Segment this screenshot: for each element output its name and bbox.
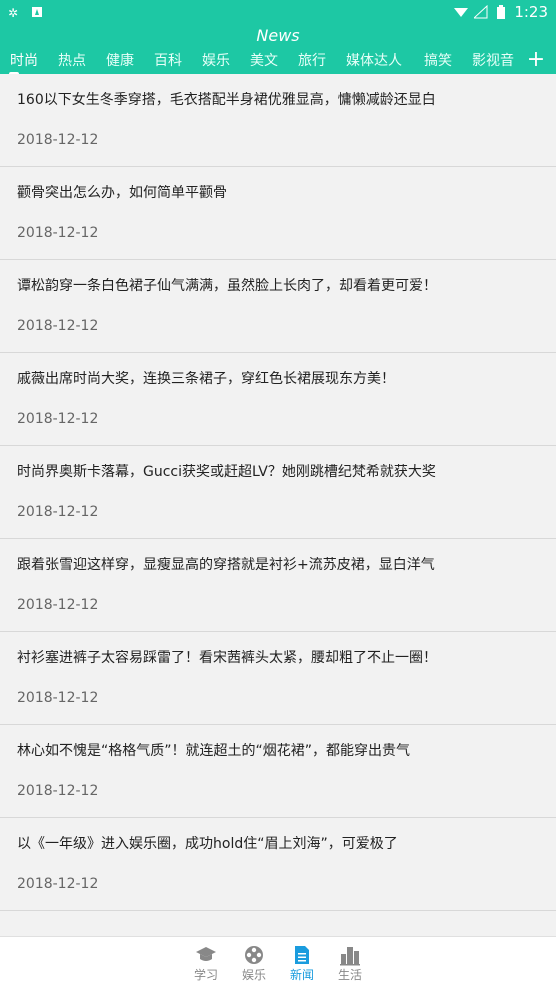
news-date: 2018-12-12	[17, 783, 99, 799]
tab-media-influencers[interactable]: 媒体达人	[336, 50, 412, 70]
news-date: 2018-12-12	[17, 132, 99, 148]
tab-fashion[interactable]: 时尚	[0, 50, 46, 74]
news-item[interactable]: 160以下女生冬季穿搭，毛衣搭配半身裙优雅显高，慵懒减龄还显白 2018-12-…	[0, 74, 556, 167]
tab-entertainment[interactable]: 娱乐	[192, 50, 238, 70]
news-list: 160以下女生冬季穿搭，毛衣搭配半身裙优雅显高，慵懒减龄还显白 2018-12-…	[0, 74, 556, 936]
news-date: 2018-12-12	[17, 876, 99, 892]
tab-essay[interactable]: 美文	[240, 50, 286, 70]
tab-label: 时尚	[10, 53, 38, 69]
news-item[interactable]: 谭松韵穿一条白色裙子仙气满满，虽然脸上长肉了，却看着更可爱！ 2018-12-1…	[0, 260, 556, 353]
nav-label: 学习	[193, 967, 218, 982]
news-title: 颧骨突出怎么办，如何简单平颧骨	[17, 185, 227, 201]
tab-travel[interactable]: 旅行	[288, 50, 334, 70]
graduation-cap-icon	[196, 946, 216, 961]
news-title: 跟着张雪迎这样穿，显瘦显高的穿搭就是衬衫+流苏皮裙，显白洋气	[17, 557, 435, 573]
news-item[interactable]: 颧骨突出怎么办，如何简单平颧骨 2018-12-12	[0, 167, 556, 260]
tab-label: 百科	[154, 53, 182, 69]
signal-icon	[474, 5, 488, 19]
bottom-nav: 学习 娱乐 新闻 生活	[0, 936, 556, 989]
news-item[interactable]: 林心如不愧是“格格气质”！就连超土的“烟花裙”，都能穿出贵气 2018-12-1…	[0, 725, 556, 818]
news-title: 160以下女生冬季穿搭，毛衣搭配半身裙优雅显高，慵懒减龄还显白	[17, 92, 436, 108]
svg-text:✲: ✲	[8, 6, 18, 19]
tab-label: 搞笑	[424, 53, 452, 69]
tab-label: 热点	[58, 53, 86, 69]
tab-label: 旅行	[298, 53, 326, 69]
news-title: 以《一年级》进入娱乐圈，成功hold住“眉上刘海”，可爱极了	[17, 836, 398, 852]
news-date: 2018-12-12	[17, 690, 99, 706]
status-time: 1:23	[514, 3, 548, 21]
tab-label: 美文	[250, 53, 278, 69]
film-reel-icon	[245, 945, 263, 964]
nav-label: 娱乐	[241, 967, 266, 982]
nav-item-study[interactable]: 学习	[182, 937, 230, 989]
nav-item-news[interactable]: 新闻	[278, 937, 326, 989]
news-date: 2018-12-12	[17, 318, 99, 334]
tab-label: 娱乐	[202, 53, 230, 69]
nav-label: 新闻	[289, 967, 314, 982]
app-header: News 时尚 热点 健康 百科 娱乐 美文 旅行 媒体达人 搞笑 影视音	[0, 24, 556, 74]
nav-label: 生活	[337, 967, 362, 982]
news-item[interactable]: 衬衫塞进裤子太容易踩雷了！看宋茜裤头太紧，腰却粗了不止一圈！ 2018-12-1…	[0, 632, 556, 725]
news-item[interactable]: 戚薇出席时尚大奖，连换三条裙子，穿红色长裙展现东方美！ 2018-12-12	[0, 353, 556, 446]
news-item[interactable]: 以《一年级》进入娱乐圈，成功hold住“眉上刘海”，可爱极了 2018-12-1…	[0, 818, 556, 911]
status-bar: ✲ 1:23	[0, 0, 556, 24]
app-notification-icon	[32, 7, 42, 17]
nav-item-life[interactable]: 生活	[326, 937, 374, 989]
news-item[interactable]: 跟着张雪迎这样穿，显瘦显高的穿搭就是衬衫+流苏皮裙，显白洋气 2018-12-1…	[0, 539, 556, 632]
notification-icon: ✲	[8, 6, 18, 19]
news-item[interactable]: 时尚界奥斯卡落幕，Gucci获奖或赶超LV？她刚跳槽纪梵希就获大奖 2018-1…	[0, 446, 556, 539]
document-icon	[295, 945, 309, 964]
battery-icon	[497, 5, 506, 19]
news-title: 林心如不愧是“格格气质”！就连超土的“烟花裙”，都能穿出贵气	[17, 743, 411, 759]
news-title: 衬衫塞进裤子太容易踩雷了！看宋茜裤头太紧，腰却粗了不止一圈！	[17, 650, 437, 666]
news-date: 2018-12-12	[17, 411, 99, 427]
add-tab-button[interactable]: +	[524, 46, 548, 74]
tab-label: 影视音	[472, 53, 514, 69]
tab-health[interactable]: 健康	[96, 50, 142, 70]
news-date: 2018-12-12	[17, 597, 99, 613]
header-title: News	[256, 26, 300, 45]
status-right: 1:23	[454, 3, 548, 21]
nav-item-entertainment[interactable]: 娱乐	[230, 937, 278, 989]
status-left: ✲	[8, 5, 44, 19]
tab-encyclopedia[interactable]: 百科	[144, 50, 190, 70]
tab-hot[interactable]: 热点	[48, 50, 94, 70]
news-title: 时尚界奥斯卡落幕，Gucci获奖或赶超LV？她刚跳槽纪梵希就获大奖	[17, 464, 436, 480]
category-tab-bar: 时尚 热点 健康 百科 娱乐 美文 旅行 媒体达人 搞笑 影视音	[0, 46, 520, 74]
city-icon	[340, 946, 360, 965]
wifi-icon	[454, 8, 469, 17]
tab-label: 媒体达人	[346, 53, 402, 69]
news-date: 2018-12-12	[17, 225, 99, 241]
tab-funny[interactable]: 搞笑	[414, 50, 460, 70]
tab-label: 健康	[106, 53, 134, 69]
news-date: 2018-12-12	[17, 504, 99, 520]
tab-film-music[interactable]: 影视音	[462, 50, 520, 70]
news-title: 谭松韵穿一条白色裙子仙气满满，虽然脸上长肉了，却看着更可爱！	[17, 278, 437, 294]
news-title: 戚薇出席时尚大奖，连换三条裙子，穿红色长裙展现东方美！	[17, 371, 395, 387]
